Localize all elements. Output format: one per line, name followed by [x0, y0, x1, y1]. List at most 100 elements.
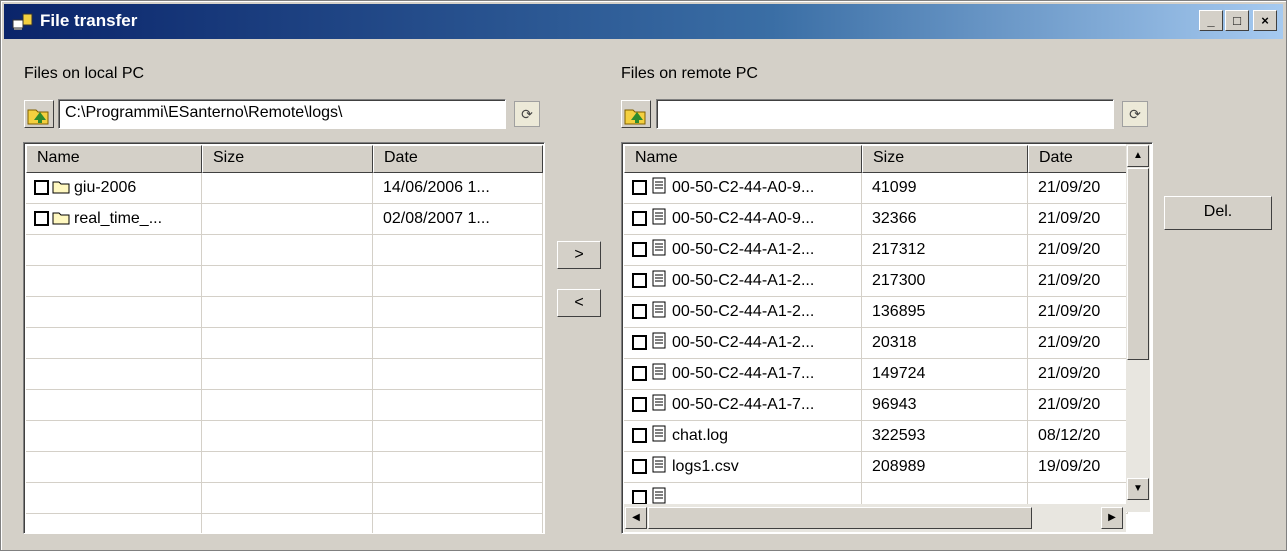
- remote-col-size[interactable]: Size: [862, 145, 1028, 173]
- file-icon: [652, 394, 666, 411]
- minimize-button[interactable]: _: [1199, 10, 1223, 31]
- delete-button[interactable]: Del.: [1164, 196, 1272, 230]
- size-cell: [202, 328, 373, 359]
- file-size: 217300: [872, 272, 926, 289]
- table-row[interactable]: 00-50-C2-44-A1-7... 149724 21/09/20: [624, 359, 1128, 390]
- size-cell: 41099: [862, 173, 1028, 204]
- maximize-button[interactable]: □: [1225, 10, 1249, 31]
- row-checkbox[interactable]: [632, 273, 647, 288]
- date-cell: 21/09/20: [1028, 266, 1128, 297]
- local-col-name[interactable]: Name: [26, 145, 202, 173]
- table-row: [26, 514, 543, 533]
- remote-col-date[interactable]: Date: [1028, 145, 1128, 173]
- file-name: 00-50-C2-44-A1-2...: [672, 334, 815, 351]
- scroll-left-arrow-icon[interactable]: ◀: [625, 507, 647, 529]
- remote-vertical-scrollbar[interactable]: ▲ ▼: [1126, 144, 1150, 512]
- file-name: 00-50-C2-44-A1-7...: [672, 396, 815, 413]
- date-cell: [373, 483, 543, 514]
- copy-to-remote-button[interactable]: >: [557, 241, 601, 269]
- table-row[interactable]: chat.log 322593 08/12/20: [624, 421, 1128, 452]
- name-cell: giu-2006: [26, 173, 202, 204]
- file-icon: [652, 363, 666, 380]
- row-checkbox[interactable]: [632, 490, 647, 505]
- remote-horizontal-scrollbar[interactable]: ◀ ▶: [624, 504, 1126, 532]
- table-row[interactable]: 00-50-C2-44-A1-2... 20318 21/09/20: [624, 328, 1128, 359]
- file-date: 21/09/20: [1038, 210, 1101, 227]
- row-checkbox[interactable]: [632, 180, 647, 195]
- row-checkbox[interactable]: [632, 242, 647, 257]
- local-path-field[interactable]: C:\Programmi\ESanterno\Remote\logs\: [58, 99, 506, 129]
- local-refresh-button[interactable]: ⟳: [514, 101, 540, 127]
- name-cell: 00-50-C2-44-A1-2...: [624, 328, 862, 359]
- title-bar[interactable]: File transfer _ □ ×: [4, 4, 1283, 39]
- table-row: [26, 421, 543, 452]
- file-date: 08/12/20: [1038, 427, 1101, 444]
- date-cell: [373, 452, 543, 483]
- row-checkbox[interactable]: [632, 397, 647, 412]
- table-row[interactable]: 00-50-C2-44-A1-2... 217300 21/09/20: [624, 266, 1128, 297]
- row-checkbox[interactable]: [632, 304, 647, 319]
- file-size: 32366: [872, 210, 917, 227]
- file-size: 20318: [872, 334, 917, 351]
- date-cell: [373, 421, 543, 452]
- date-cell: 21/09/20: [1028, 359, 1128, 390]
- name-cell: 00-50-C2-44-A0-9...: [624, 173, 862, 204]
- name-cell: [26, 514, 202, 533]
- close-button[interactable]: ×: [1253, 10, 1277, 31]
- row-checkbox[interactable]: [632, 335, 647, 350]
- file-name: 00-50-C2-44-A1-2...: [672, 241, 815, 258]
- file-icon: [652, 239, 666, 256]
- remote-up-folder-button[interactable]: [621, 100, 651, 128]
- date-cell: [373, 390, 543, 421]
- file-name: chat.log: [672, 427, 729, 444]
- local-up-folder-button[interactable]: [24, 100, 54, 128]
- remote-col-name[interactable]: Name: [624, 145, 862, 173]
- size-cell: [202, 421, 373, 452]
- local-path-text: C:\Programmi\ESanterno\Remote\logs\: [65, 104, 343, 121]
- file-date: 21/09/20: [1038, 272, 1101, 289]
- row-checkbox[interactable]: [34, 180, 49, 195]
- row-checkbox[interactable]: [632, 211, 647, 226]
- table-row: [26, 483, 543, 514]
- file-transfer-window: File transfer _ □ × Files on local PC C:…: [0, 0, 1287, 551]
- size-cell: 322593: [862, 421, 1028, 452]
- table-row[interactable]: 00-50-C2-44-A1-7... 96943 21/09/20: [624, 390, 1128, 421]
- scroll-up-arrow-icon[interactable]: ▲: [1127, 145, 1149, 167]
- name-cell: real_time_...: [26, 204, 202, 235]
- file-date: 21/09/20: [1038, 334, 1101, 351]
- row-checkbox[interactable]: [632, 428, 647, 443]
- remote-path-field[interactable]: [656, 99, 1114, 129]
- name-cell: 00-50-C2-44-A1-2...: [624, 297, 862, 328]
- table-row[interactable]: real_time_... 02/08/2007 1...: [26, 204, 543, 235]
- scroll-right-arrow-icon[interactable]: ▶: [1101, 507, 1123, 529]
- file-date: 21/09/20: [1038, 365, 1101, 382]
- remote-refresh-button[interactable]: ⟳: [1122, 101, 1148, 127]
- table-row[interactable]: 00-50-C2-44-A1-2... 136895 21/09/20: [624, 297, 1128, 328]
- file-name: giu-2006: [74, 179, 137, 196]
- name-cell: 00-50-C2-44-A1-2...: [624, 235, 862, 266]
- hscroll-thumb[interactable]: [648, 507, 1032, 529]
- local-col-size[interactable]: Size: [202, 145, 373, 173]
- row-checkbox[interactable]: [34, 211, 49, 226]
- row-checkbox[interactable]: [632, 459, 647, 474]
- name-cell: chat.log: [624, 421, 862, 452]
- table-row[interactable]: 00-50-C2-44-A0-9... 41099 21/09/20: [624, 173, 1128, 204]
- scroll-down-arrow-icon[interactable]: ▼: [1127, 478, 1149, 500]
- table-row[interactable]: logs1.csv 208989 19/09/20: [624, 452, 1128, 483]
- table-row: [26, 452, 543, 483]
- table-row[interactable]: 00-50-C2-44-A1-2... 217312 21/09/20: [624, 235, 1128, 266]
- remote-file-list[interactable]: Name Size Date 00-50-C2-44-A0-9... 41099 2…: [621, 142, 1153, 534]
- size-cell: [202, 514, 373, 533]
- local-col-date[interactable]: Date: [373, 145, 543, 173]
- local-file-list[interactable]: Name Size Date giu-2006 14/06/2006 1... re…: [23, 142, 545, 534]
- date-cell: [373, 266, 543, 297]
- name-cell: [26, 421, 202, 452]
- row-checkbox[interactable]: [632, 366, 647, 381]
- table-row[interactable]: giu-2006 14/06/2006 1...: [26, 173, 543, 204]
- table-row[interactable]: 00-50-C2-44-A0-9... 32366 21/09/20: [624, 204, 1128, 235]
- copy-to-local-button[interactable]: <: [557, 289, 601, 317]
- file-icon: [652, 208, 666, 225]
- scroll-thumb[interactable]: [1127, 168, 1149, 360]
- date-cell: [373, 359, 543, 390]
- size-cell: 217300: [862, 266, 1028, 297]
